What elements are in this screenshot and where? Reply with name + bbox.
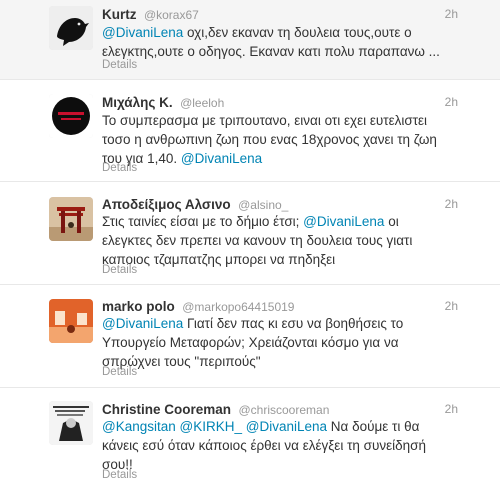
bw-poster-icon — [49, 401, 93, 445]
tweet-text: @Kangsitan @KIRKH_ @DivaniLena Να δούμε … — [102, 417, 447, 474]
details-link[interactable]: Details — [102, 162, 137, 174]
tweet-text: @DivaniLena οχι,δεν εκαναν τη δουλεια το… — [102, 23, 447, 61]
avatar[interactable] — [49, 401, 93, 445]
author-name[interactable]: Christine Cooreman — [102, 402, 231, 417]
author-name[interactable]: Αποδείξιμος Αλσινο — [102, 197, 231, 212]
timestamp[interactable]: 2h — [445, 402, 458, 416]
tweet-text: Το συμπερασμα με τριπουτανο, ειναι οτι ε… — [102, 111, 447, 168]
details-link[interactable]: Details — [102, 469, 137, 481]
timestamp[interactable]: 2h — [445, 197, 458, 211]
avatar[interactable] — [49, 94, 93, 138]
mention-link[interactable]: @DivaniLena — [102, 25, 183, 40]
tweet-item[interactable]: Kurtz @korax67 2h @DivaniLena οχι,δεν εκ… — [0, 0, 500, 80]
author-name[interactable]: Μιχάλης Κ. — [102, 95, 173, 110]
avatar[interactable] — [49, 6, 93, 50]
mention-link[interactable]: @KIRKH_ — [180, 419, 242, 434]
avatar[interactable] — [49, 197, 93, 241]
orange-room-icon — [49, 299, 93, 343]
tweet-item[interactable]: Αποδείξιμος Αλσινο @alsino_ 2h Στις ταιν… — [0, 182, 500, 285]
black-bird-icon — [49, 6, 93, 50]
timestamp[interactable]: 2h — [445, 7, 458, 21]
details-link[interactable]: Details — [102, 366, 137, 378]
tweet-item[interactable]: Christine Cooreman @chriscooreman 2h @Ka… — [0, 388, 500, 494]
author-handle[interactable]: @leeloh — [180, 96, 224, 110]
author-handle[interactable]: @korax67 — [144, 8, 199, 22]
author-handle[interactable]: @alsino_ — [238, 198, 288, 212]
tweet-item[interactable]: marko polo @markopo64415019 2h @DivaniLe… — [0, 285, 500, 388]
torii-gate-icon — [49, 197, 93, 241]
mention-link[interactable]: @DivaniLena — [181, 151, 262, 166]
tweet-text: Στις ταινίες είσαι με το δήμιο έτσι; @Di… — [102, 212, 447, 269]
timestamp[interactable]: 2h — [445, 95, 458, 109]
author-name[interactable]: marko polo — [102, 299, 175, 314]
author-handle[interactable]: @markopo64415019 — [182, 300, 294, 314]
tweet-text: @DivaniLena Γιατί δεν πας κι εσυ να βοηθ… — [102, 314, 447, 371]
author-handle[interactable]: @chriscooreman — [238, 403, 329, 417]
timestamp[interactable]: 2h — [445, 299, 458, 313]
mention-link[interactable]: @DivaniLena — [102, 316, 183, 331]
tweet-item[interactable]: Μιχάλης Κ. @leeloh 2h Το συμπερασμα με τ… — [0, 80, 500, 182]
tweet-timeline: Kurtz @korax67 2h @DivaniLena οχι,δεν εκ… — [0, 0, 500, 494]
author-name[interactable]: Kurtz — [102, 7, 137, 22]
details-link[interactable]: Details — [102, 59, 137, 71]
mention-link[interactable]: @Kangsitan — [102, 419, 176, 434]
avatar[interactable] — [49, 299, 93, 343]
tweet-text-segment: Το συμπερασμα με τριπουτανο, ειναι οτι ε… — [102, 113, 437, 166]
red-badge-icon — [49, 94, 93, 138]
mention-link[interactable]: @DivaniLena — [246, 419, 327, 434]
mention-link[interactable]: @DivaniLena — [303, 214, 384, 229]
details-link[interactable]: Details — [102, 264, 137, 276]
tweet-text-segment: Στις ταινίες είσαι με το δήμιο έτσι; — [102, 214, 304, 229]
